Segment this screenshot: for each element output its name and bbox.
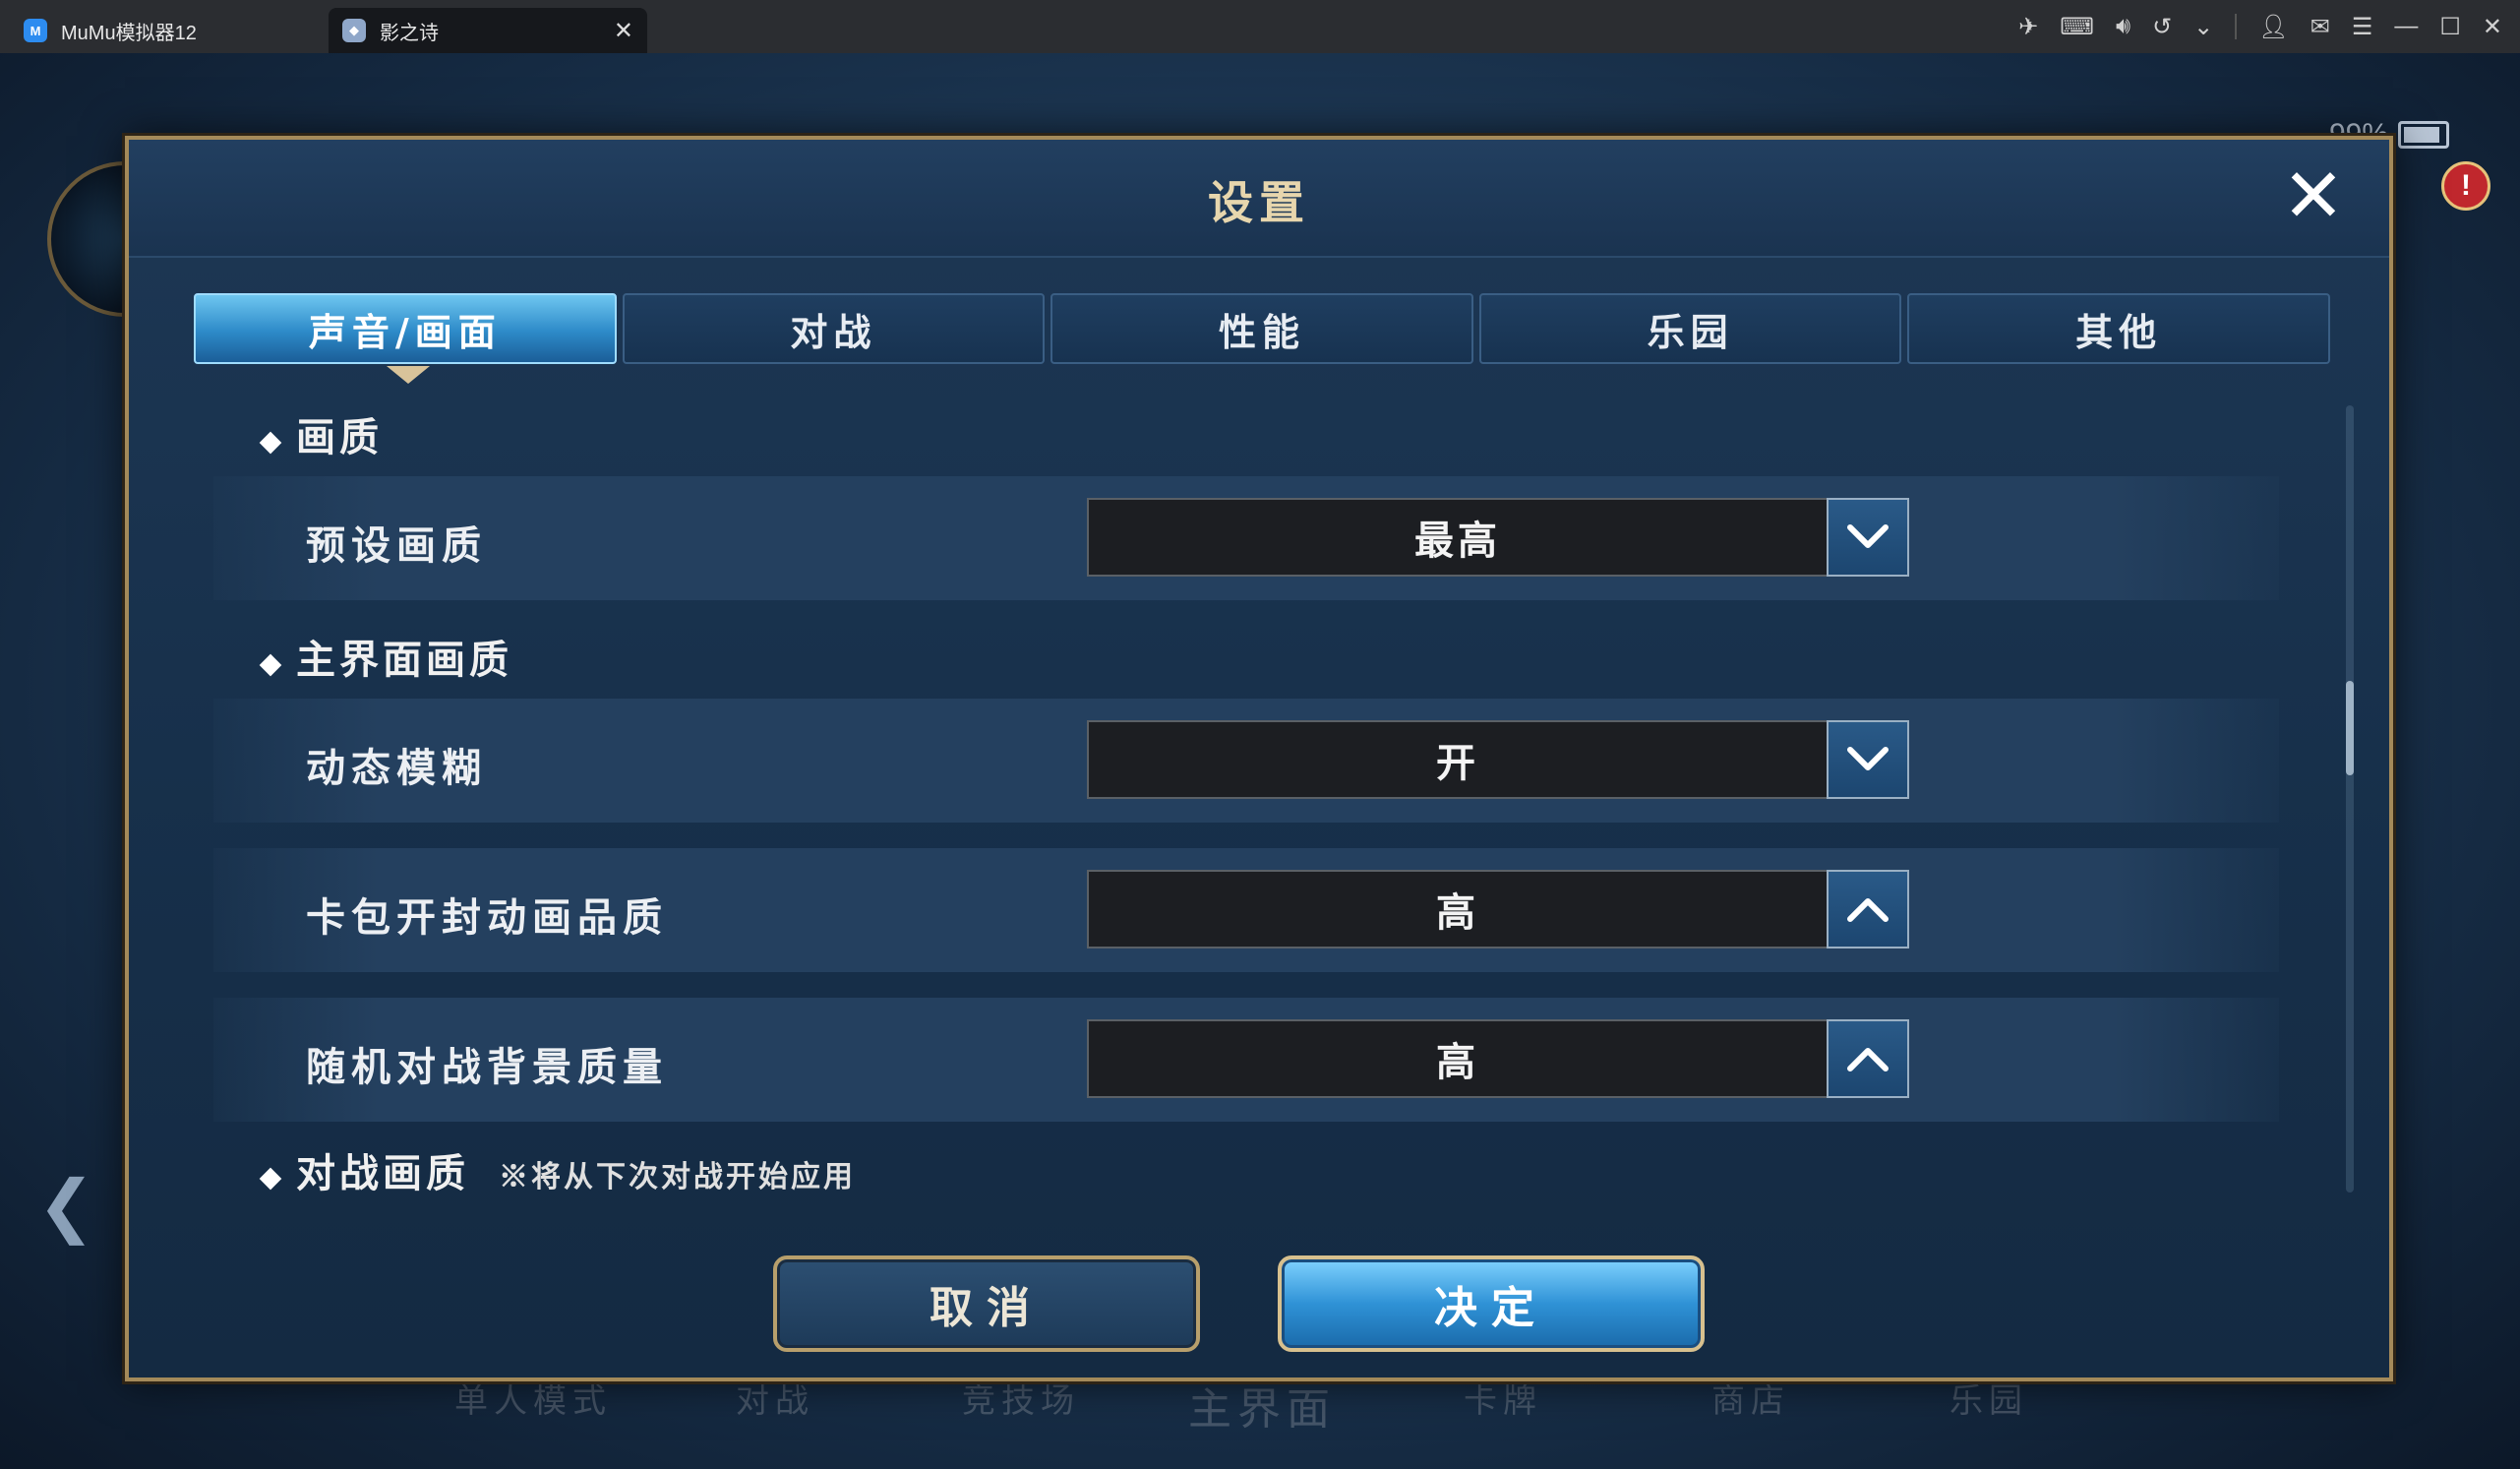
setting-row: 预设画质 最高 <box>213 476 2279 600</box>
pack-animation-quality-dropdown[interactable]: 高 <box>1087 870 1909 949</box>
window-close-icon[interactable]: ✕ <box>2483 13 2502 41</box>
mumu-logo-icon: M <box>24 19 47 42</box>
setting-label: 动态模糊 <box>306 745 487 791</box>
bottom-nav: 单人模式 对战 竞技场 主界面 卡牌 商店 乐园 <box>0 1374 2520 1435</box>
diamond-bullet-icon <box>259 431 282 455</box>
tab-performance[interactable]: 性能 <box>1050 293 1473 364</box>
operation-icon[interactable]: ✈ <box>2018 13 2038 41</box>
section-title: 主界面画质 <box>296 637 512 683</box>
volume-icon[interactable]: 🔊︎ <box>2116 13 2130 40</box>
battery-icon <box>2398 121 2449 149</box>
maximize-icon[interactable]: ☐ <box>2439 13 2461 41</box>
setting-row: 动态模糊 开 <box>213 699 2279 823</box>
setting-label: 预设画质 <box>306 522 487 569</box>
app-tab-label: MuMu模拟器12 <box>61 22 197 44</box>
dropdown-value[interactable]: 最高 <box>1087 498 1827 577</box>
alert-icon[interactable]: ! <box>2441 161 2490 211</box>
section-quality: 画质 <box>259 405 383 462</box>
tab-battle[interactable]: 对战 <box>622 293 1046 364</box>
dropdown-value[interactable]: 高 <box>1087 870 1827 949</box>
emulator-titlebar: M MuMu模拟器12 ◆ 影之诗 ✕ ✈ ⌨ 🔊︎ ↺ ⌄ 👤︎ ✉ ☰ — … <box>0 0 2520 53</box>
content-scrollbar[interactable] <box>2346 405 2354 1193</box>
preset-quality-dropdown[interactable]: 最高 <box>1087 498 1909 577</box>
dialog-title: 设置 <box>1208 176 1310 229</box>
chevron-down-icon[interactable] <box>1827 498 1909 577</box>
tab-sound-display[interactable]: 声音/画面 <box>194 293 617 364</box>
setting-row: 随机对战背景质量 高 <box>213 998 2279 1122</box>
left-arrow-icon[interactable]: ❮ <box>37 1165 95 1246</box>
cancel-button[interactable]: 取消 <box>773 1255 1200 1352</box>
section-title: 对战画质 <box>296 1150 469 1196</box>
dialog-header: 设置 ✕ <box>129 140 2389 258</box>
user-icon[interactable]: 👤︎ <box>2258 13 2288 41</box>
toolbar-icons: ✈ ⌨ 🔊︎ ↺ ⌄ 👤︎ ✉ ☰ — ☐ ✕ <box>2018 0 2502 53</box>
confirm-button[interactable]: 决定 <box>1278 1255 1705 1352</box>
game-icon: ◆ <box>342 19 366 42</box>
setting-label: 卡包开封动画品质 <box>306 894 668 941</box>
tab-close-icon[interactable]: ✕ <box>614 17 633 45</box>
diamond-bullet-icon <box>259 653 282 677</box>
section-title: 画质 <box>296 414 383 460</box>
game-tab-label: 影之诗 <box>380 22 439 44</box>
mail-icon[interactable]: ✉ <box>2310 13 2330 41</box>
settings-dialog: 设置 ✕ 声音/画面 对战 性能 乐园 其他 画质 预设画质 最高 主界面画质 <box>125 136 2393 1381</box>
menu-icon[interactable]: ☰ <box>2352 13 2373 41</box>
dropdown-value[interactable]: 开 <box>1087 720 1827 799</box>
settings-tabs: 声音/画面 对战 性能 乐园 其他 <box>194 293 2330 366</box>
scroll-thumb[interactable] <box>2346 681 2354 775</box>
chevron-up-icon[interactable] <box>1827 1019 1909 1098</box>
nav-home[interactable]: 主界面 <box>1188 1374 1336 1437</box>
chevron-down-icon[interactable] <box>1827 720 1909 799</box>
rotate-back-icon[interactable]: ↺ <box>2152 13 2172 41</box>
setting-label: 随机对战背景质量 <box>306 1044 668 1090</box>
motion-blur-dropdown[interactable]: 开 <box>1087 720 1909 799</box>
keyboard-icon[interactable]: ⌨ <box>2060 13 2094 41</box>
game-tab[interactable]: ◆ 影之诗 ✕ <box>329 8 647 53</box>
section-battle-quality: 对战画质 ※将从下次对战开始应用 <box>259 1141 856 1198</box>
settings-content: 画质 预设画质 最高 主界面画质 动态模糊 开 卡包开封动画品质 高 随机对战背… <box>194 376 2330 1202</box>
close-icon[interactable]: ✕ <box>2279 158 2348 233</box>
section-main-ui-quality: 主界面画质 <box>259 628 512 685</box>
toolbar-divider <box>2235 14 2238 39</box>
chevron-down-icon[interactable]: ⌄ <box>2193 13 2213 41</box>
minimize-icon[interactable]: — <box>2394 13 2418 40</box>
dropdown-value[interactable]: 高 <box>1087 1019 1827 1098</box>
tab-other[interactable]: 其他 <box>1907 293 2330 364</box>
app-tab[interactable]: M MuMu模拟器12 <box>10 8 325 53</box>
section-note: ※将从下次对战开始应用 <box>499 1160 856 1194</box>
battle-background-quality-dropdown[interactable]: 高 <box>1087 1019 1909 1098</box>
diamond-bullet-icon <box>259 1167 282 1191</box>
chevron-up-icon[interactable] <box>1827 870 1909 949</box>
tab-park[interactable]: 乐园 <box>1478 293 1902 364</box>
setting-row: 卡包开封动画品质 高 <box>213 848 2279 972</box>
